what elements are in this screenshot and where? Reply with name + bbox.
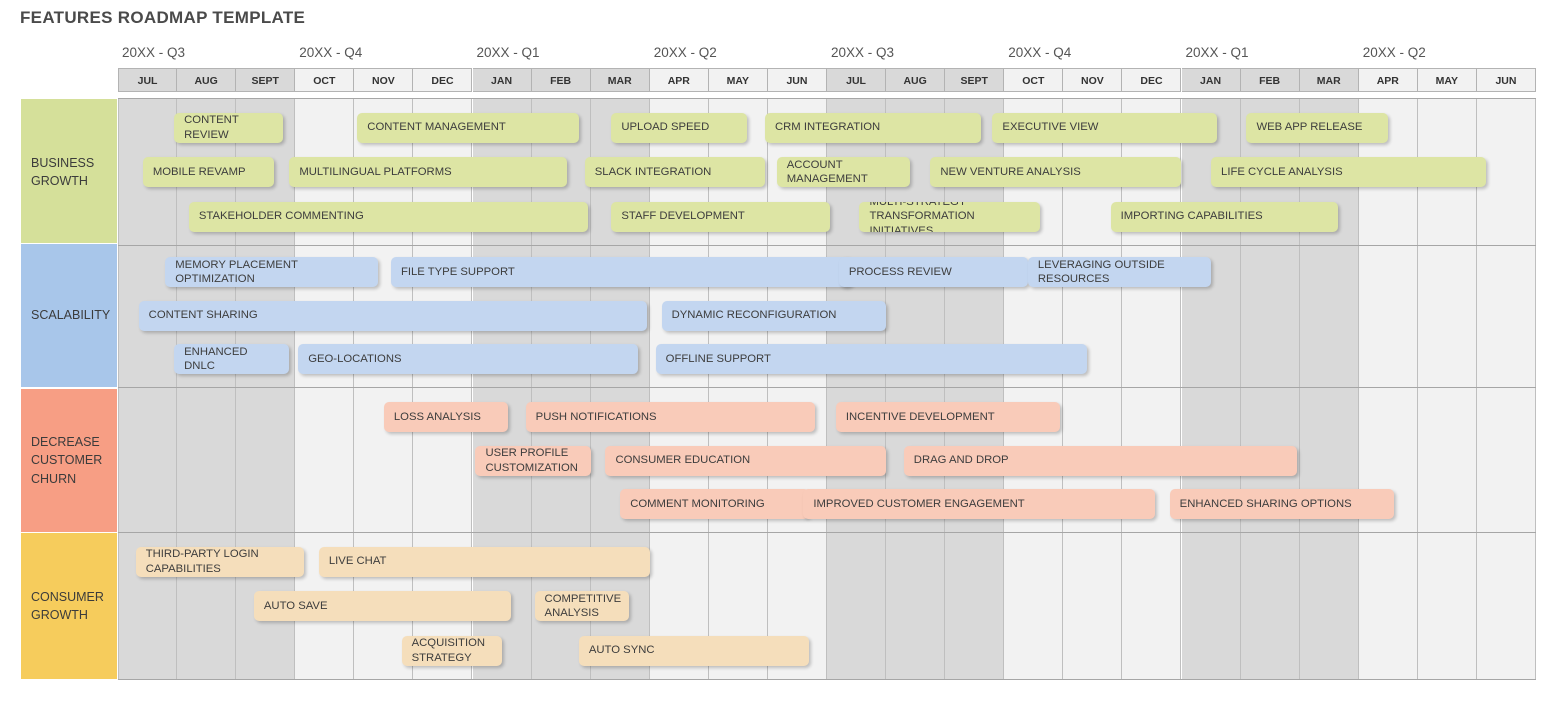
- month-header-cell: DEC: [1122, 68, 1182, 92]
- section-label-4: CONSUMER GROWTH: [20, 532, 118, 680]
- task-bar[interactable]: UPLOAD SPEED: [611, 112, 748, 143]
- month-header-cell: SEPT: [236, 68, 296, 92]
- task-bar[interactable]: MEMORY PLACEMENT OPTIMIZATION: [165, 256, 378, 287]
- quarter-header-row: 20XX - Q3 20XX - Q4 20XX - Q1 20XX - Q2 20XX…: [0, 40, 1556, 68]
- month-header-cell: MAR: [1299, 68, 1359, 92]
- quarter-label: 20XX - Q1: [476, 45, 540, 60]
- month-header-cell: NOV: [1063, 68, 1123, 92]
- month-header-cell: AUG: [177, 68, 237, 92]
- task-bar[interactable]: AUTO SAVE: [253, 591, 511, 621]
- month-header-cell: APR: [1358, 68, 1418, 92]
- task-bar[interactable]: DRAG AND DROP: [903, 445, 1297, 476]
- task-bar[interactable]: CONTENT MANAGEMENT: [357, 112, 579, 143]
- task-bar[interactable]: WEB APP RELEASE: [1246, 112, 1389, 143]
- task-bar[interactable]: INCENTIVE DEVELOPMENT: [835, 401, 1061, 432]
- quarter-label: 20XX - Q3: [122, 45, 186, 60]
- month-header-cell: MAR: [590, 68, 650, 92]
- section-label-2: SCALABILITY: [20, 243, 118, 388]
- task-bar[interactable]: GEO-LOCATIONS: [298, 344, 638, 375]
- quarter-label: 20XX - Q1: [1185, 45, 1249, 60]
- task-bar[interactable]: ACCOUNT MANAGEMENT: [776, 157, 910, 187]
- task-bar[interactable]: PROCESS REVIEW: [838, 256, 1028, 287]
- task-bar[interactable]: NEW VENTURE ANALYSIS: [930, 157, 1182, 187]
- section-label-3: DECREASE CUSTOMER CHURN: [20, 388, 118, 533]
- month-header-cell: MAY: [708, 68, 768, 92]
- task-bar[interactable]: ACQUISITION STRATEGY: [401, 635, 503, 666]
- month-header-cell: AUG: [886, 68, 946, 92]
- task-bar[interactable]: CONTENT REVIEW: [174, 112, 284, 143]
- month-header-cell: JAN: [1181, 68, 1241, 92]
- task-bar[interactable]: EXECUTIVE VIEW: [992, 112, 1217, 143]
- task-bar[interactable]: OFFLINE SUPPORT: [655, 344, 1087, 375]
- task-bar[interactable]: STAKEHOLDER COMMENTING: [188, 201, 588, 232]
- task-bar[interactable]: STAFF DEVELOPMENT: [611, 201, 830, 232]
- task-bar[interactable]: ENHANCED DNLC: [174, 344, 290, 375]
- quarter-label: 20XX - Q3: [831, 45, 895, 60]
- task-bar[interactable]: MOBILE REVAMP: [142, 157, 274, 187]
- task-bar[interactable]: CRM INTEGRATION: [764, 112, 981, 143]
- task-bar[interactable]: LIVE CHAT: [318, 546, 650, 577]
- task-bar[interactable]: THIRD-PARTY LOGIN CAPABILITIES: [135, 546, 305, 577]
- task-bar[interactable]: FILE TYPE SUPPORT: [390, 256, 852, 287]
- section-label-1: BUSINESS GROWTH: [20, 98, 118, 246]
- month-header-cell: APR: [649, 68, 709, 92]
- section-label-text: DECREASE CUSTOMER CHURN: [31, 435, 103, 486]
- month-header-cell: NOV: [354, 68, 414, 92]
- task-bar[interactable]: IMPROVED CUSTOMER ENGAGEMENT: [803, 489, 1155, 520]
- month-header-cell: OCT: [295, 68, 355, 92]
- month-header-cell: JUN: [1476, 68, 1536, 92]
- section-label-text: BUSINESS GROWTH: [31, 155, 95, 188]
- task-bar[interactable]: LIFE CYCLE ANALYSIS: [1211, 157, 1486, 187]
- month-header-cell: JAN: [472, 68, 532, 92]
- task-bar[interactable]: MULTILINGUAL PLATFORMS: [289, 157, 568, 187]
- task-bar[interactable]: CONTENT SHARING: [138, 300, 647, 331]
- month-header-cell: FEB: [531, 68, 591, 92]
- grid-top-border: [118, 98, 1536, 99]
- task-bar[interactable]: MULTI-STRATEGY TRANSFORMATION INITIATIVE…: [859, 201, 1040, 232]
- month-header-cell: OCT: [1004, 68, 1064, 92]
- task-bar[interactable]: COMMENT MONITORING: [620, 489, 810, 520]
- grid-column: [1476, 98, 1536, 680]
- section-label-text: SCALABILITY: [31, 308, 111, 323]
- quarter-label: 20XX - Q4: [1008, 45, 1072, 60]
- quarter-label: 20XX - Q4: [299, 45, 363, 60]
- task-bar[interactable]: DYNAMIC RECONFIGURATION: [661, 300, 887, 331]
- section-label-text: CONSUMER GROWTH: [31, 589, 104, 622]
- month-header-cell: FEB: [1240, 68, 1300, 92]
- task-bar[interactable]: CONSUMER EDUCATION: [605, 445, 887, 476]
- roadmap-gantt-chart: 20XX - Q3 20XX - Q4 20XX - Q1 20XX - Q2 20XX…: [0, 40, 1556, 680]
- task-bar[interactable]: SLACK INTEGRATION: [584, 157, 765, 187]
- task-bar[interactable]: PUSH NOTIFICATIONS: [525, 401, 816, 432]
- month-header-cell: JUL: [118, 68, 178, 92]
- task-bar[interactable]: AUTO SYNC: [578, 635, 810, 666]
- quarter-label: 20XX - Q2: [1362, 45, 1426, 60]
- month-header-cell: DEC: [413, 68, 473, 92]
- month-header-cell: SEPT: [945, 68, 1005, 92]
- task-bar[interactable]: LOSS ANALYSIS: [383, 401, 508, 432]
- task-bar[interactable]: USER PROFILE CUSTOMIZATION: [475, 445, 591, 476]
- task-bar[interactable]: LEVERAGING OUTSIDE RESOURCES: [1027, 256, 1212, 287]
- month-header-cell: MAY: [1417, 68, 1477, 92]
- quarter-label: 20XX - Q2: [653, 45, 717, 60]
- page-title: FEATURES ROADMAP TEMPLATE: [20, 8, 306, 27]
- month-header-cell: JUL: [827, 68, 887, 92]
- month-header-cell: JUN: [767, 68, 827, 92]
- task-bar[interactable]: IMPORTING CAPABILITIES: [1110, 201, 1339, 232]
- task-bar[interactable]: ENHANCED SHARING OPTIONS: [1169, 489, 1395, 520]
- task-bar[interactable]: COMPETITIVE ANALYSIS: [534, 591, 630, 621]
